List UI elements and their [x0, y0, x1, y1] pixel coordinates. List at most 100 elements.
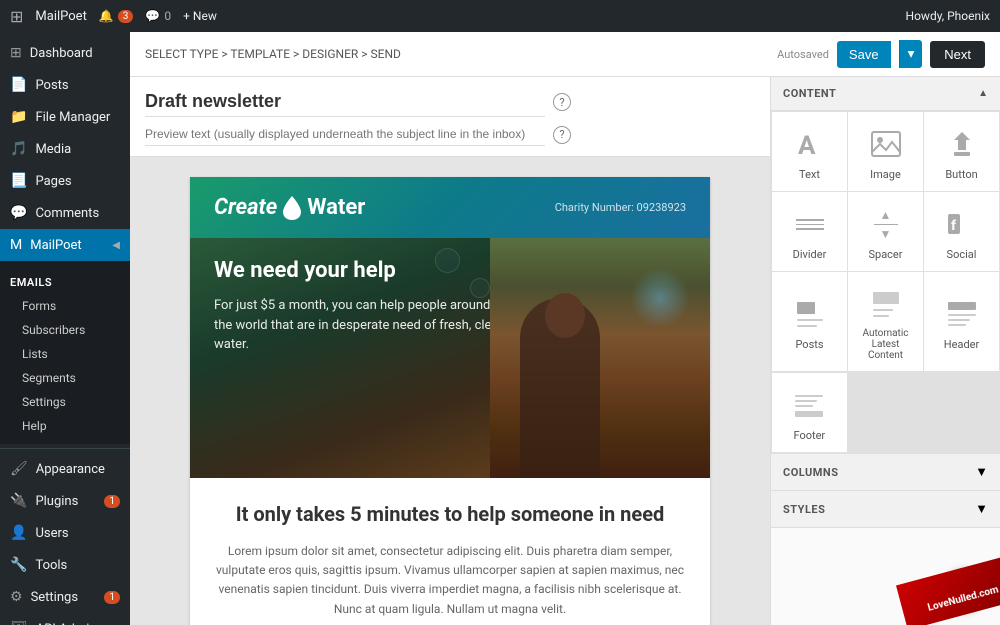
- newsletter-header: Create Water Charity Number: 09238923: [190, 177, 710, 238]
- hero-section: We need your help For just $5 a month, y…: [190, 238, 710, 478]
- newsletter-wrapper: Create Water Charity Number: 09238923: [130, 157, 770, 625]
- sidebar-item-settings[interactable]: Settings: [0, 390, 130, 414]
- posts-block-icon: [792, 296, 828, 332]
- sidebar-item-settings-main[interactable]: ⚙ Settings 1: [0, 581, 130, 613]
- sidebar-item-pages[interactable]: 📃 Pages: [0, 165, 130, 197]
- block-alc-label: Automatic Latest Content: [854, 328, 917, 361]
- next-button[interactable]: Next: [930, 41, 985, 68]
- sidebar-item-label: Comments: [35, 206, 99, 221]
- alc-block-icon: [868, 286, 904, 322]
- sidebar-item-forms[interactable]: Forms: [0, 294, 130, 318]
- header-block-icon: [944, 296, 980, 332]
- footer-row: Footer: [771, 372, 1000, 453]
- subject-input[interactable]: [145, 87, 545, 117]
- subject-row: ?: [145, 87, 755, 117]
- new-button[interactable]: + New: [183, 9, 217, 23]
- chevron-right-icon: ◀: [112, 240, 120, 251]
- sidebar-item-posts[interactable]: 📄 Posts: [0, 69, 130, 101]
- plugins-icon: 🔌: [10, 493, 27, 509]
- block-alc[interactable]: Automatic Latest Content: [848, 272, 923, 371]
- posts-icon: 📄: [10, 77, 27, 93]
- block-text[interactable]: A Text: [772, 112, 847, 191]
- sidebar-item-ariadminer[interactable]: 🗄 ARI Adminer: [0, 613, 130, 625]
- block-header[interactable]: Header: [924, 272, 999, 371]
- block-spacer-label: Spacer: [868, 248, 902, 261]
- block-image[interactable]: Image: [848, 112, 923, 191]
- block-header-label: Header: [944, 338, 979, 351]
- notifications[interactable]: 🔔 3: [99, 9, 134, 23]
- preview-text-input[interactable]: [145, 123, 545, 146]
- sidebar-item-help[interactable]: Help: [0, 414, 130, 438]
- sidebar-item-label: Dashboard: [30, 46, 93, 61]
- content-blocks-grid: A Text: [771, 111, 1000, 372]
- block-spacer[interactable]: ▲ ▼ Spacer: [848, 192, 923, 271]
- block-button[interactable]: Button: [924, 112, 999, 191]
- footer-block-icon: [791, 387, 827, 423]
- email-newsletter: Create Water Charity Number: 09238923: [190, 177, 710, 625]
- styles-toggle[interactable]: ▼: [975, 501, 988, 517]
- breadcrumb: SELECT TYPE > TEMPLATE > DESIGNER > SEND: [145, 47, 401, 61]
- save-dropdown-button[interactable]: ▾: [899, 40, 923, 68]
- email-preview-container: ? ? Create: [130, 77, 770, 625]
- columns-toggle[interactable]: ▼: [975, 464, 988, 480]
- sidebar: ⊞ Dashboard 📄 Posts 📁 File Manager 🎵 Med…: [0, 32, 130, 625]
- comments-count[interactable]: 💬 0: [145, 9, 171, 23]
- dashboard-icon: ⊞: [10, 45, 22, 61]
- sidebar-item-appearance[interactable]: 🖌 Appearance: [0, 453, 130, 485]
- styles-section[interactable]: STYLES ▼: [771, 491, 1000, 528]
- hero-background: We need your help For just $5 a month, y…: [190, 238, 710, 478]
- editor-area: ? ? Create: [130, 77, 1000, 625]
- child-image: [490, 238, 710, 478]
- text-block-icon: A: [792, 126, 828, 162]
- columns-section[interactable]: COLUMNS ▼: [771, 454, 1000, 491]
- content-section-header: CONTENT ▲: [771, 77, 1000, 111]
- wp-logo-icon[interactable]: ⊞: [10, 7, 23, 26]
- subject-help-icon[interactable]: ?: [553, 93, 571, 111]
- charity-number: Charity Number: 09238923: [555, 201, 686, 214]
- columns-section-title: COLUMNS: [783, 466, 838, 479]
- sidebar-item-tools[interactable]: 🔧 Tools: [0, 549, 130, 581]
- block-posts-label: Posts: [795, 338, 823, 351]
- sidebar-item-lists[interactable]: Lists: [0, 342, 130, 366]
- sidebar-item-label: Settings: [31, 590, 78, 605]
- sidebar-item-label: Users: [35, 526, 68, 541]
- ariadminer-icon: 🗄: [10, 621, 28, 625]
- sidebar-item-label: Posts: [35, 78, 68, 93]
- pages-icon: 📃: [10, 173, 27, 189]
- newsletter-logo: Create Water: [214, 195, 365, 220]
- sidebar-item-label: Media: [35, 142, 71, 157]
- sidebar-item-comments[interactable]: 💬 Comments: [0, 197, 130, 229]
- splash: [630, 268, 690, 328]
- toolbar-actions: Autosaved Save ▾ Next: [777, 40, 985, 68]
- block-divider[interactable]: Divider: [772, 192, 847, 271]
- site-name[interactable]: MailPoet: [35, 9, 86, 24]
- save-button[interactable]: Save: [837, 41, 891, 68]
- block-social[interactable]: f Social: [924, 192, 999, 271]
- divider-block-icon: [792, 206, 828, 242]
- sidebar-item-media[interactable]: 🎵 Media: [0, 133, 130, 165]
- styles-section-title: STYLES: [783, 503, 825, 516]
- settings-icon: ⚙: [10, 589, 23, 605]
- sidebar-item-mailpoet[interactable]: M MailPoet ◀: [0, 229, 130, 261]
- sidebar-item-plugins[interactable]: 🔌 Plugins 1: [0, 485, 130, 517]
- sidebar-item-subscribers[interactable]: Subscribers: [0, 318, 130, 342]
- block-footer[interactable]: Footer: [772, 373, 847, 452]
- preview-help-icon[interactable]: ?: [553, 126, 571, 144]
- admin-bar: ⊞ MailPoet 🔔 3 💬 0 + New Howdy, Phoenix: [0, 0, 1000, 32]
- sidebar-item-filemanager[interactable]: 📁 File Manager: [0, 101, 130, 133]
- sidebar-item-label: Appearance: [36, 462, 105, 477]
- content-toggle[interactable]: ▲: [978, 88, 988, 99]
- image-block-icon: [868, 126, 904, 162]
- filemanager-icon: 📁: [10, 109, 27, 125]
- sidebar-item-segments[interactable]: Segments: [0, 366, 130, 390]
- block-divider-label: Divider: [793, 248, 827, 261]
- sidebar-item-label: Plugins: [35, 494, 78, 509]
- plugins-badge: 1: [104, 495, 120, 508]
- newsletter-body-text: Lorem ipsum dolor sit amet, consectetur …: [214, 542, 686, 619]
- sidebar-item-label: ARI Adminer: [36, 622, 108, 625]
- hero-body: For just $5 a month, you can help people…: [214, 296, 510, 355]
- sidebar-item-dashboard[interactable]: ⊞ Dashboard: [0, 37, 130, 69]
- comments-icon: 💬: [10, 205, 27, 221]
- block-posts[interactable]: Posts: [772, 272, 847, 371]
- sidebar-item-users[interactable]: 👤 Users: [0, 517, 130, 549]
